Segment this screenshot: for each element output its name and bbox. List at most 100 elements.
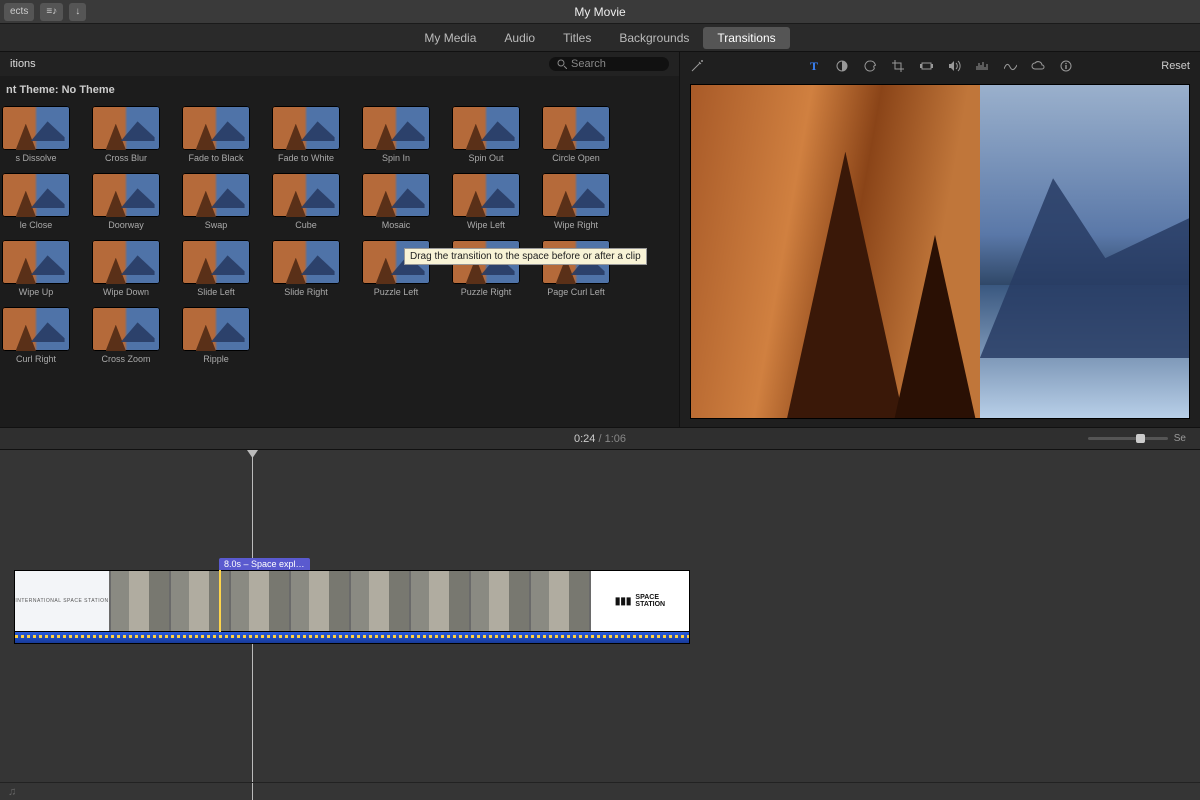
titlebar: ects ≡♪ ↓ My Movie — [0, 0, 1200, 24]
drag-tooltip: Drag the transition to the space before … — [404, 248, 647, 265]
clip-intro-frame: INTERNATIONAL SPACE STATION — [15, 571, 109, 631]
transition-label: Cross Blur — [84, 153, 168, 163]
transition-label: Ripple — [174, 354, 258, 364]
transition-item[interactable]: Wipe Down — [84, 240, 168, 297]
transition-label: Wipe Up — [0, 287, 78, 297]
transition-label: Page Curl Left — [534, 287, 618, 297]
noise-icon[interactable] — [975, 59, 989, 73]
transition-thumb — [2, 307, 70, 351]
transition-thumb — [182, 106, 250, 150]
transition-thumb — [182, 240, 250, 284]
transition-item[interactable]: Circle Open — [534, 106, 618, 163]
transition-thumb — [2, 240, 70, 284]
transition-label: Curl Right — [0, 354, 78, 364]
transition-label: Slide Left — [174, 287, 258, 297]
transitions-browser: itions Search nt Theme: No Theme s Disso… — [0, 52, 680, 427]
transition-item[interactable]: le Close — [0, 173, 78, 230]
transition-label: Fade to Black — [174, 153, 258, 163]
info-icon[interactable] — [1059, 59, 1073, 73]
transition-item[interactable]: Wipe Right — [534, 173, 618, 230]
transition-label: Wipe Right — [534, 220, 618, 230]
transition-label: Wipe Down — [84, 287, 168, 297]
transition-label: Cross Zoom — [84, 354, 168, 364]
transition-label: Spin In — [354, 153, 438, 163]
transition-item[interactable]: Ripple — [174, 307, 258, 364]
transition-label: Wipe Left — [444, 220, 528, 230]
transition-thumb — [452, 106, 520, 150]
transition-label: Doorway — [84, 220, 168, 230]
reset-button[interactable]: Reset — [1161, 60, 1190, 72]
transition-label: Slide Right — [264, 287, 348, 297]
wand-icon[interactable] — [690, 59, 704, 73]
transition-thumb — [272, 173, 340, 217]
zoom-slider[interactable]: Se — [1088, 433, 1186, 444]
preview-panel: T Reset — [680, 52, 1200, 427]
music-icon: ♫ — [8, 786, 16, 798]
transition-thumb — [92, 240, 160, 284]
selection-marker[interactable] — [219, 570, 221, 632]
transition-thumb — [452, 173, 520, 217]
transition-thumb — [272, 106, 340, 150]
transition-label: Fade to White — [264, 153, 348, 163]
music-track-row[interactable]: ♫ — [0, 782, 1200, 800]
transition-item[interactable]: Spin In — [354, 106, 438, 163]
timeline[interactable]: 8.0s – Space expl… INTERNATIONAL SPACE S… — [0, 450, 1200, 800]
transition-item[interactable]: Fade to Black — [174, 106, 258, 163]
transition-item[interactable]: Wipe Left — [444, 173, 528, 230]
crop-icon[interactable] — [891, 59, 905, 73]
import-button[interactable]: ↓ — [69, 3, 86, 21]
projects-button[interactable]: ects — [4, 3, 34, 21]
transition-label: Circle Open — [534, 153, 618, 163]
video-clip[interactable]: INTERNATIONAL SPACE STATION ▮▮▮ SPACE ST… — [14, 570, 690, 632]
transition-item[interactable]: Curl Right — [0, 307, 78, 364]
transition-label: s Dissolve — [0, 153, 78, 163]
transition-thumb — [2, 173, 70, 217]
media-view-button[interactable]: ≡♪ — [40, 3, 63, 21]
transition-label: Swap — [174, 220, 258, 230]
transition-item[interactable]: Cube — [264, 173, 348, 230]
tab-backgrounds[interactable]: Backgrounds — [605, 27, 703, 49]
transition-item[interactable]: Doorway — [84, 173, 168, 230]
clip-label: 8.0s – Space expl… — [219, 558, 310, 570]
eq-icon[interactable] — [1003, 59, 1017, 73]
tab-my-media[interactable]: My Media — [410, 27, 490, 49]
cloud-icon[interactable] — [1031, 59, 1045, 73]
transition-item[interactable]: Swap — [174, 173, 258, 230]
transition-item[interactable]: Wipe Up — [0, 240, 78, 297]
library-tabs: My Media Audio Titles Backgrounds Transi… — [0, 24, 1200, 52]
transition-thumb — [362, 106, 430, 150]
transition-item[interactable]: Fade to White — [264, 106, 348, 163]
volume-icon[interactable] — [947, 59, 961, 73]
contrast-icon[interactable] — [835, 59, 849, 73]
time-indicator: 0:24 / 1:06 Se — [0, 428, 1200, 450]
browser-title: itions — [10, 58, 36, 70]
preview-canvas[interactable] — [690, 84, 1190, 419]
search-input[interactable]: Search — [549, 57, 669, 71]
transition-thumb — [362, 173, 430, 217]
tab-audio[interactable]: Audio — [490, 27, 549, 49]
transition-label: Mosaic — [354, 220, 438, 230]
transition-thumb — [272, 240, 340, 284]
palette-icon[interactable] — [863, 59, 877, 73]
transition-item[interactable]: Slide Right — [264, 240, 348, 297]
transition-item[interactable]: Slide Left — [174, 240, 258, 297]
tab-titles[interactable]: Titles — [549, 27, 605, 49]
theme-label: nt Theme: No Theme — [0, 76, 679, 100]
text-icon[interactable]: T — [807, 59, 821, 73]
transition-item[interactable]: Cross Blur — [84, 106, 168, 163]
clip-outro-frame: ▮▮▮ SPACE STATION — [591, 571, 689, 631]
stabilize-icon[interactable] — [919, 59, 933, 73]
transition-thumb — [2, 106, 70, 150]
transition-thumb — [182, 173, 250, 217]
transition-item[interactable]: s Dissolve — [0, 106, 78, 163]
audio-waveform[interactable] — [14, 632, 690, 644]
tab-transitions[interactable]: Transitions — [703, 27, 789, 49]
search-icon — [557, 59, 567, 69]
total-time: 1:06 — [605, 433, 626, 445]
transition-item[interactable]: Cross Zoom — [84, 307, 168, 364]
clip-body-frames — [109, 571, 591, 631]
transition-label: Puzzle Left — [354, 287, 438, 297]
transition-item[interactable]: Mosaic — [354, 173, 438, 230]
transition-item[interactable]: Spin Out — [444, 106, 528, 163]
current-time: 0:24 — [574, 433, 595, 445]
